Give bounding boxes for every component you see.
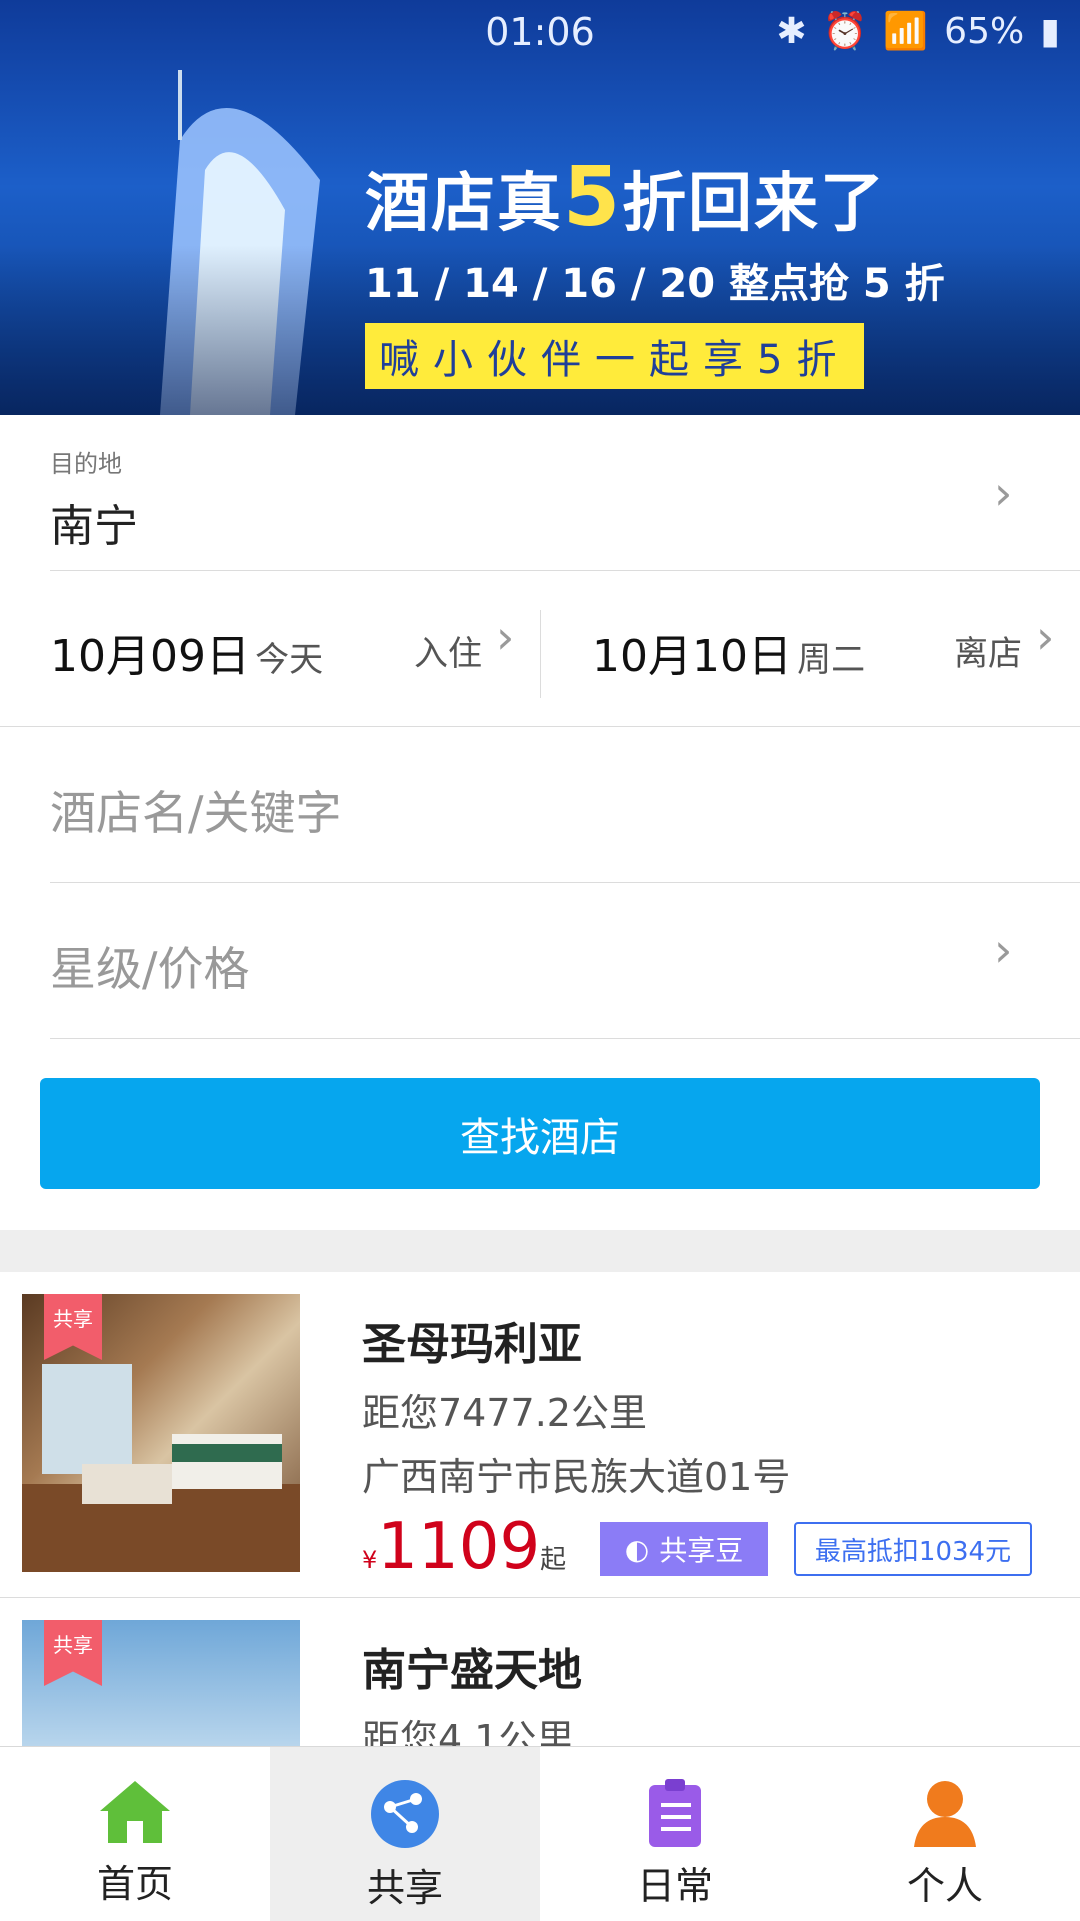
destination-value: 南宁 bbox=[50, 501, 138, 552]
hotel-list-item[interactable]: 共享 圣母玛利亚 距您7477.2公里 广西南宁市民族大道01号 ¥1109起 … bbox=[0, 1272, 1080, 1597]
clipboard-icon bbox=[649, 1779, 701, 1847]
promo-share: 喊小伙伴一起享5折 bbox=[365, 323, 865, 389]
checkin-day: 今天 bbox=[255, 640, 324, 680]
checkin-date: 10月09日 bbox=[50, 631, 250, 682]
discount-badge: 最高抵扣1034元 bbox=[794, 1522, 1032, 1576]
date-divider bbox=[540, 610, 541, 698]
checkout-date: 10月10日 bbox=[592, 631, 792, 682]
hotel-list-item[interactable]: 共享 南宁盛天地 距您4.1公里 bbox=[0, 1598, 1080, 1746]
chevron-right-icon: › bbox=[496, 610, 515, 664]
home-icon bbox=[100, 1781, 170, 1843]
hotel-name: 圣母玛利亚 bbox=[362, 1319, 582, 1370]
checkin-field[interactable]: 10月09日 今天 bbox=[50, 620, 323, 684]
chevron-right-icon: › bbox=[994, 466, 1013, 520]
keyword-placeholder: 酒店名/关键字 bbox=[50, 786, 342, 840]
checkin-label[interactable]: 入住 bbox=[414, 626, 482, 675]
bluetooth-icon: ✱ bbox=[776, 10, 807, 52]
person-icon bbox=[914, 1781, 976, 1847]
promo-text: 酒店真5折回来了 11 / 14 / 16 / 20 整点抢 5 折 喊小伙伴一… bbox=[365, 150, 945, 389]
battery-text: 65% bbox=[944, 10, 1025, 52]
wifi-icon: 📶 bbox=[883, 11, 929, 52]
tab-daily[interactable]: 日常 bbox=[540, 1747, 810, 1921]
destination-row[interactable]: 目的地 南宁 › bbox=[0, 440, 1080, 570]
share-network-icon bbox=[371, 1780, 439, 1848]
hotel-name: 南宁盛天地 bbox=[362, 1645, 582, 1696]
hotel-thumbnail: 共享 bbox=[22, 1294, 300, 1572]
hotel-distance: 距您7477.2公里 bbox=[362, 1391, 647, 1435]
divider bbox=[50, 1038, 1080, 1039]
chevron-right-icon: › bbox=[1036, 610, 1055, 664]
divider bbox=[50, 570, 1080, 571]
hotel-address: 广西南宁市民族大道01号 bbox=[362, 1455, 791, 1499]
filter-label: 星级/价格 bbox=[50, 942, 250, 996]
battery-icon: ▮ bbox=[1040, 10, 1060, 52]
tab-share[interactable]: 共享 bbox=[270, 1747, 540, 1921]
hotel-price: ¥1109起 bbox=[362, 1510, 567, 1584]
checkout-day: 周二 bbox=[797, 640, 866, 680]
destination-label: 目的地 bbox=[50, 450, 122, 478]
star-price-filter[interactable]: 星级/价格 › bbox=[0, 883, 1080, 1038]
date-row: 10月09日 今天 入住 › 10月10日 周二 离店 › bbox=[0, 600, 1080, 726]
checkout-field[interactable]: 10月10日 周二 bbox=[592, 620, 865, 684]
status-icons: ✱ ⏰ 📶 65% ▮ bbox=[776, 10, 1060, 53]
tab-home[interactable]: 首页 bbox=[0, 1747, 270, 1921]
share-tag: 共享 bbox=[44, 1620, 102, 1686]
alarm-icon: ⏰ bbox=[822, 11, 868, 52]
promo-title: 酒店真5折回来了 bbox=[365, 150, 887, 245]
hotel-thumbnail: 共享 bbox=[22, 1620, 300, 1746]
checkout-label[interactable]: 离店 bbox=[954, 626, 1022, 675]
promo-times: 11 / 14 / 16 / 20 整点抢 5 折 bbox=[365, 261, 945, 307]
chevron-right-icon: › bbox=[994, 923, 1013, 977]
search-hotel-button[interactable]: 查找酒店 bbox=[40, 1078, 1040, 1189]
share-bean-badge: ◐ 共享豆 bbox=[600, 1522, 768, 1576]
section-separator bbox=[0, 1230, 1080, 1272]
promo-banner[interactable]: 01:06 ✱ ⏰ 📶 65% ▮ 酒店真5折回来了 11 / 14 / 16 … bbox=[0, 0, 1080, 415]
tab-profile[interactable]: 个人 bbox=[810, 1747, 1080, 1921]
bean-icon: ◐ bbox=[624, 1532, 650, 1566]
hotel-distance: 距您4.1公里 bbox=[362, 1717, 575, 1746]
bottom-tab-bar: 首页 共享 日常 个人 bbox=[0, 1746, 1080, 1921]
keyword-input[interactable]: 酒店名/关键字 bbox=[0, 727, 1080, 882]
